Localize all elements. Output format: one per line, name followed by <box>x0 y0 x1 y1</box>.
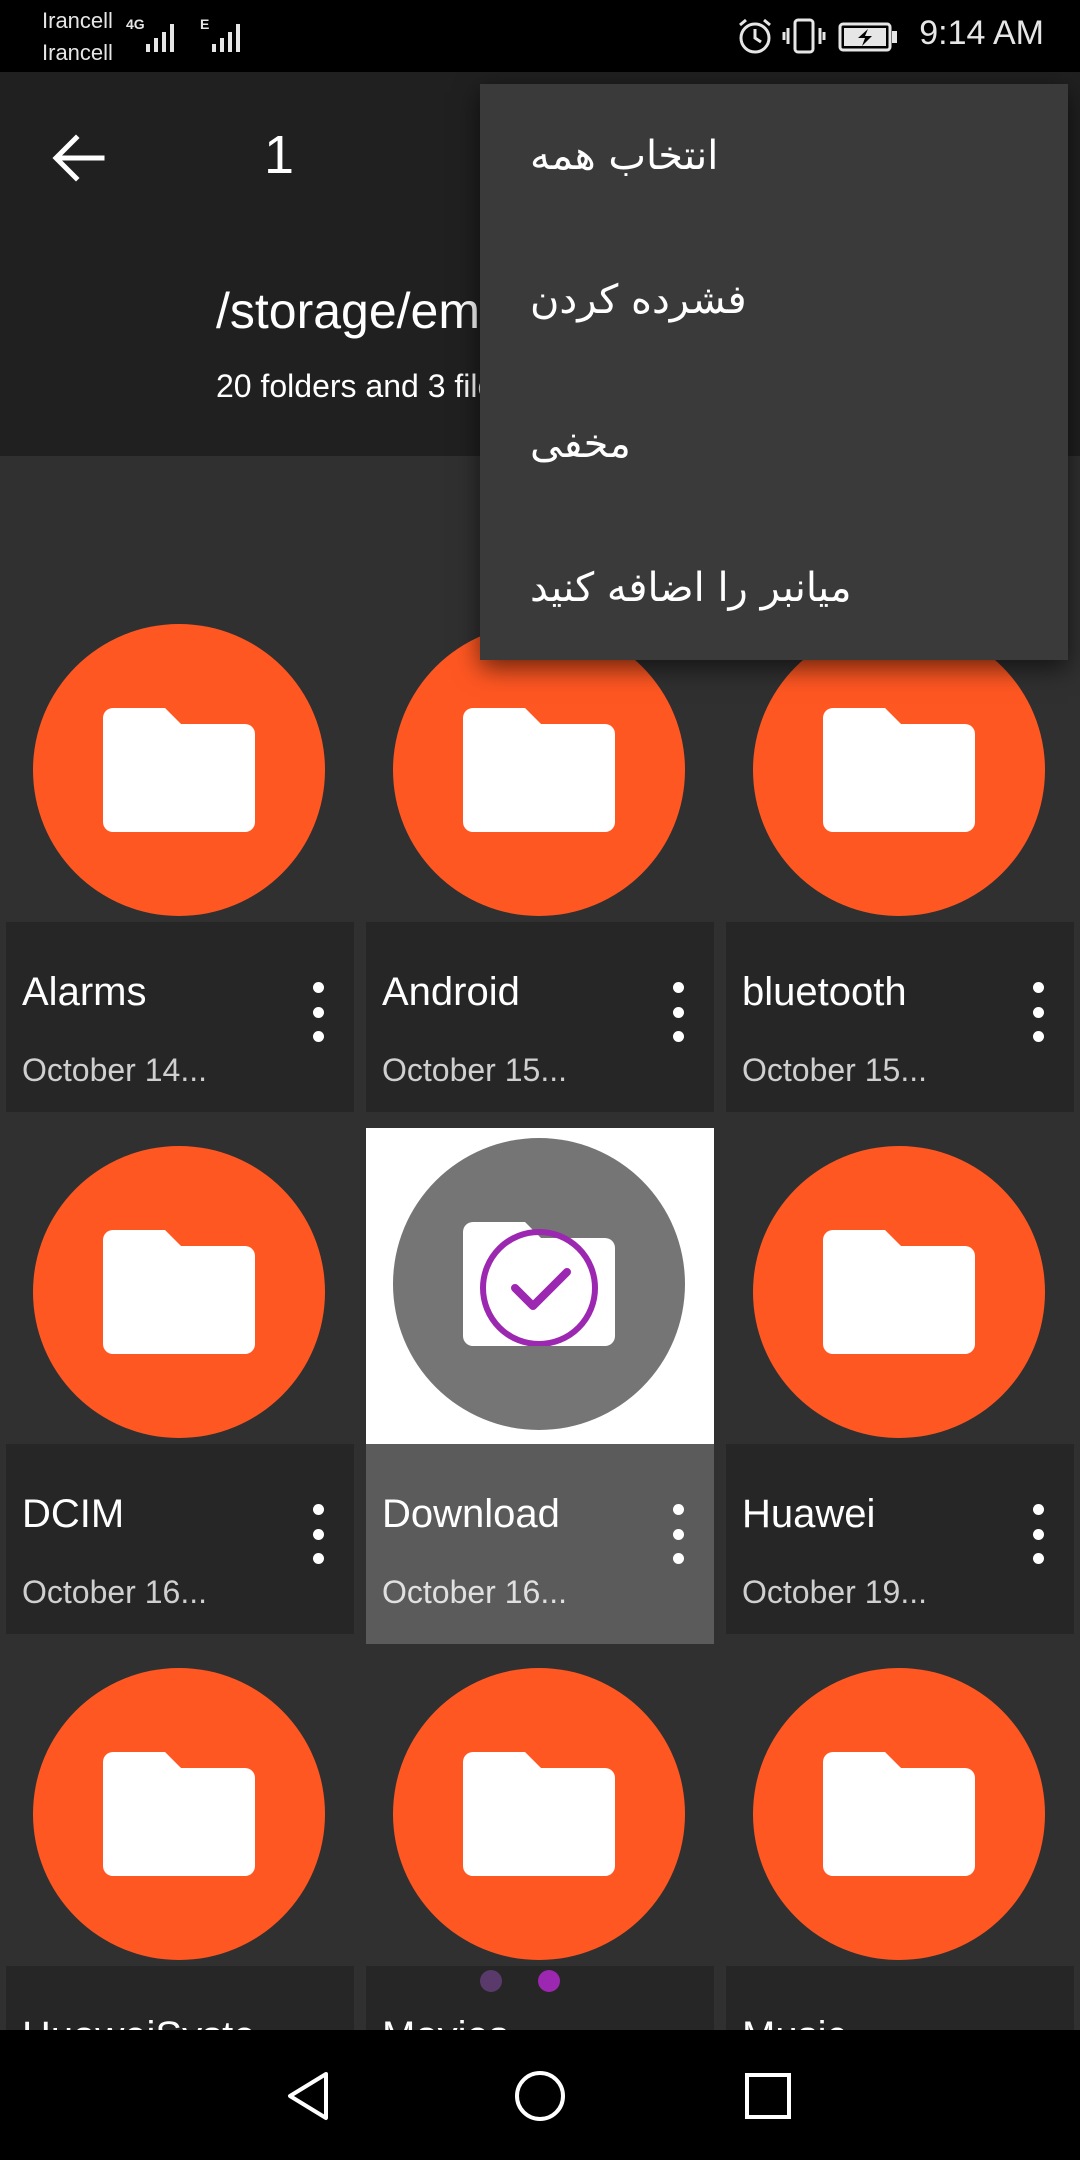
folder-info: bluetooth October 15... <box>726 922 1074 1112</box>
more-options-button[interactable] <box>300 1504 336 1564</box>
folder-thumbnail <box>366 1128 714 1444</box>
arrow-back-icon <box>52 134 105 182</box>
triangle-back-icon <box>288 2072 328 2120</box>
folder-tile-selected[interactable]: Download October 16... <box>366 1128 714 1644</box>
folder-thumbnail <box>726 1660 1074 1966</box>
folder-date: October 15... <box>742 1052 927 1088</box>
folder-icon <box>823 708 975 832</box>
network-type-2: E <box>200 16 210 32</box>
folder-thumbnail <box>726 616 1074 922</box>
folder-circle <box>393 1668 685 1960</box>
menu-item-add-shortcut[interactable]: میانبر را اضافه کنید <box>480 516 1068 660</box>
folder-date: October 16... <box>382 1574 567 1610</box>
navigation-bar <box>0 2030 1080 2160</box>
folder-name: Android <box>382 970 520 1014</box>
folder-icon <box>823 1752 975 1876</box>
status-time: 9:14 AM <box>919 14 1044 52</box>
more-options-button[interactable] <box>660 982 696 1042</box>
folder-info: Huawei October 19... <box>726 1444 1074 1634</box>
folder-thumbnail <box>366 616 714 922</box>
folder-circle <box>393 624 685 916</box>
folder-icon <box>103 1230 255 1354</box>
carrier-label-2: Irancell <box>42 40 113 65</box>
folder-circle <box>753 1668 1045 1960</box>
folder-thumbnail <box>366 1660 714 1966</box>
page-dot <box>480 1970 502 1992</box>
menu-item-compress[interactable]: فشرده کردن <box>480 228 1068 372</box>
folder-info: Download October 16... <box>366 1444 714 1644</box>
folder-info: Alarms October 14... <box>6 922 354 1112</box>
folder-date: October 14... <box>22 1052 207 1088</box>
more-vert-icon <box>312 1504 324 1515</box>
menu-item-label: فشرده کردن <box>530 277 747 323</box>
more-vert-icon <box>312 982 324 993</box>
page-dot-active <box>538 1970 560 1992</box>
folder-icon <box>103 708 255 832</box>
menu-item-label: انتخاب همه <box>530 133 719 179</box>
folder-date: October 19... <box>742 1574 927 1610</box>
folder-icon <box>463 1752 615 1876</box>
square-recents-icon <box>745 2073 791 2119</box>
folder-summary: 20 folders and 3 files <box>216 368 512 404</box>
nav-home-button[interactable] <box>504 2060 576 2132</box>
folder-thumbnail <box>6 616 354 922</box>
folder-name: DCIM <box>22 1492 125 1536</box>
folder-icon <box>103 1752 255 1876</box>
folder-circle <box>33 1146 325 1438</box>
nav-back-button[interactable] <box>272 2060 344 2132</box>
more-options-button[interactable] <box>660 1504 696 1564</box>
more-vert-icon <box>1032 982 1044 993</box>
folder-info: Android October 15... <box>366 922 714 1112</box>
folder-icon <box>463 1222 615 1346</box>
folder-circle <box>753 1146 1045 1438</box>
folder-thumbnail <box>6 1660 354 1966</box>
overflow-menu: انتخاب همه فشرده کردن مخفی میانبر را اضا… <box>480 84 1068 660</box>
more-vert-icon <box>672 982 684 993</box>
folder-icon <box>463 708 615 832</box>
back-button[interactable] <box>42 122 114 194</box>
folder-name: Movies <box>382 2014 509 2030</box>
signal-icon <box>146 22 174 52</box>
status-bar: Irancell Irancell 4G E 9:14 AM <box>0 0 1080 72</box>
page-indicator <box>0 1970 1080 1994</box>
folder-date: October 16... <box>22 1574 207 1610</box>
folder-info: DCIM October 16... <box>6 1444 354 1634</box>
folder-name: Huawei <box>742 1492 876 1536</box>
more-options-button[interactable] <box>1020 982 1056 1042</box>
more-options-button[interactable] <box>1020 1504 1056 1564</box>
more-vert-icon <box>1032 1504 1044 1515</box>
menu-item-select-all[interactable]: انتخاب همه <box>480 84 1068 228</box>
circle-home-icon <box>515 2071 565 2121</box>
folder-thumbnail <box>726 1138 1074 1444</box>
signal-icon <box>212 22 240 52</box>
folder-circle <box>33 624 325 916</box>
folder-thumbnail <box>6 1138 354 1444</box>
folder-name: Alarms <box>22 970 147 1014</box>
menu-item-hide[interactable]: مخفی <box>480 372 1068 516</box>
menu-item-label: میانبر را اضافه کنید <box>530 565 852 611</box>
selection-count: 1 <box>264 125 295 185</box>
folder-icon <box>823 1230 975 1354</box>
network-type-1: 4G <box>126 16 145 32</box>
folder-name: Download <box>382 1492 560 1536</box>
nav-recents-button[interactable] <box>732 2060 804 2132</box>
folder-circle <box>753 624 1045 916</box>
vibrate-icon <box>782 18 826 54</box>
folder-name: HuaweiSyste <box>22 2014 255 2030</box>
folder-circle <box>33 1668 325 1960</box>
folder-name: bluetooth <box>742 970 907 1014</box>
more-vert-icon <box>672 1504 684 1515</box>
carrier-label-1: Irancell <box>42 8 113 33</box>
folder-name: Music <box>742 2014 846 2030</box>
menu-item-label: مخفی <box>530 421 631 467</box>
battery-charging-icon <box>838 22 897 52</box>
folder-grid: Alarms October 14... Android October 15.… <box>0 456 1080 2030</box>
more-options-button[interactable] <box>300 982 336 1042</box>
folder-circle <box>393 1138 685 1430</box>
folder-date: October 15... <box>382 1052 567 1088</box>
alarm-icon <box>739 18 771 54</box>
